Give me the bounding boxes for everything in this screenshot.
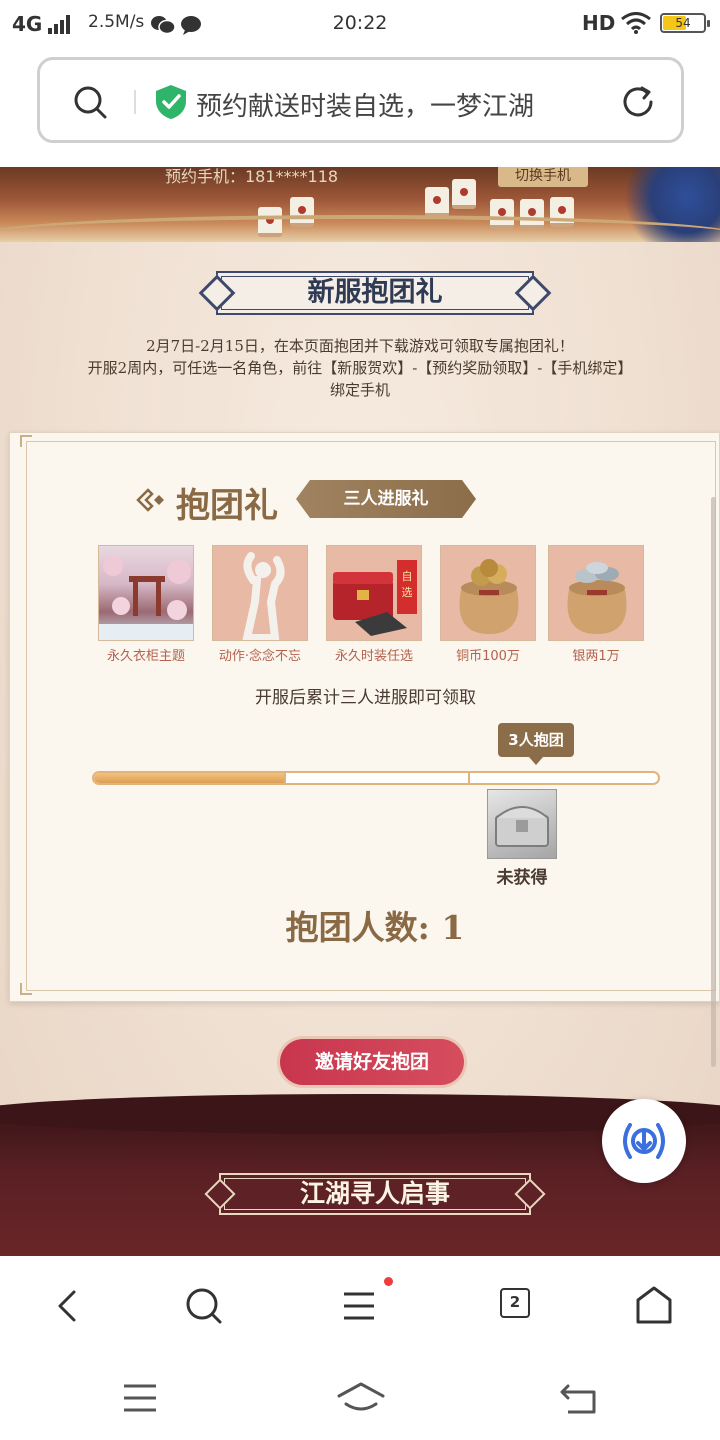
three-player-tag: 三人进服礼	[296, 480, 476, 518]
mahjong-tile-icon	[452, 179, 476, 209]
fashion-chest-icon: 自选	[326, 545, 422, 641]
reward-item[interactable]: 永久衣柜主题	[98, 545, 194, 664]
download-button[interactable]	[602, 1099, 686, 1183]
address-bar[interactable]: 预约献送时装自选，一梦江湖	[37, 57, 684, 143]
back-arrow-icon	[58, 1290, 76, 1322]
reward-label: 铜币100万	[456, 649, 520, 664]
invite-friends-button[interactable]: 邀请好友抱团	[280, 1039, 464, 1085]
wardrobe-theme-icon	[98, 545, 194, 641]
security-shield-icon	[154, 84, 188, 124]
group-progress-bar	[92, 771, 660, 785]
reward-item[interactable]: 银两1万	[548, 545, 644, 664]
reward-label: 永久衣柜主题	[106, 649, 185, 664]
menu-icon	[344, 1292, 374, 1320]
download-icon	[623, 1123, 665, 1159]
tabs-button[interactable]: 2	[496, 1284, 540, 1328]
home-button[interactable]	[632, 1284, 676, 1328]
next-section-title: 江湖寻人启事	[299, 1179, 450, 1208]
banner-border	[0, 215, 720, 255]
next-section-title-plate: 江湖寻人启事	[204, 1173, 546, 1215]
action-pose-icon	[212, 545, 308, 641]
reload-icon[interactable]	[620, 84, 656, 124]
search-icon	[186, 1288, 222, 1324]
page-url-title[interactable]: 预约献送时装自选，一梦江湖	[196, 86, 606, 120]
back-button[interactable]	[46, 1284, 90, 1328]
event-description: 2月7日-2月15日，在本页面抱团并下载游戏可领取专属抱团礼！ 开服2周内，可任…	[0, 335, 720, 401]
silver-bag-icon	[548, 545, 644, 641]
reward-label: 银两1万	[572, 649, 620, 664]
milestone-bubble: 3人抱团	[498, 723, 574, 765]
reward-label: 永久时装任选	[334, 649, 413, 664]
system-navigation-bar	[0, 1356, 720, 1440]
group-count: 抱团人数: 1	[285, 908, 465, 947]
reward-list: 永久衣柜主题 动作·念念不忘 自选 永久时装任选 铜币100万 银两1万	[98, 545, 658, 665]
claim-condition: 开服后累计三人进服即可领取	[255, 688, 476, 708]
system-home-icon	[337, 1382, 385, 1411]
tag-label: 三人进服礼	[343, 489, 429, 509]
status-bar: 4G 2.5M/s 20:22 HD 54	[0, 0, 720, 48]
system-back-button[interactable]	[556, 1378, 600, 1418]
reserved-phone-label: 预约手机：181****118	[165, 167, 339, 186]
section-title: 新服抱团礼	[307, 277, 443, 308]
reward-label: 动作·念念不忘	[218, 649, 302, 664]
page-scrollbar[interactable]	[711, 497, 716, 1067]
description-line: 绑定手机	[329, 381, 390, 399]
battery-icon: 54	[660, 13, 710, 33]
recent-apps-button[interactable]	[118, 1378, 162, 1418]
search-icon[interactable]	[72, 84, 108, 124]
menu-button[interactable]	[338, 1284, 382, 1328]
reward-item[interactable]: 铜币100万	[440, 545, 536, 664]
description-line: 开服2周内，可任选一名角色，前往【新服贺欢】-【预约奖励领取】-【手机绑定】	[87, 359, 633, 377]
svg-text:自: 自	[402, 570, 413, 583]
gift-title: 抱团礼	[176, 486, 278, 526]
battery-level: 54	[675, 16, 691, 30]
copper-coin-bag-icon	[440, 545, 536, 641]
mahjong-tile-icon	[425, 187, 449, 217]
browser-toolbar: 2	[0, 1256, 720, 1356]
system-back-icon	[560, 1384, 596, 1414]
wifi-icon	[620, 12, 652, 38]
search-button[interactable]	[182, 1284, 226, 1328]
reward-chest-icon[interactable]	[487, 789, 557, 859]
svg-text:选: 选	[402, 586, 413, 599]
tabs-count: 2	[500, 1288, 530, 1318]
description-line: 2月7日-2月15日，在本页面抱团并下载游戏可领取专属抱团礼！	[146, 337, 574, 355]
address-divider	[134, 90, 136, 114]
section-title-plate: 新服抱团礼	[198, 271, 552, 315]
hd-indicator: HD	[582, 11, 616, 35]
chest-status: 未获得	[496, 868, 548, 888]
ornament-icon	[134, 485, 170, 519]
recents-icon	[124, 1384, 156, 1412]
system-home-button[interactable]	[336, 1378, 386, 1418]
reward-item[interactable]: 动作·念念不忘	[212, 545, 308, 664]
notification-dot	[384, 1277, 393, 1286]
web-content[interactable]: 预约手机：181****118 切换手机 新服抱团礼 2月7日-2月15日，在本…	[0, 167, 720, 1256]
reward-item[interactable]: 自选 永久时装任选	[326, 545, 422, 664]
group-gift-card: 抱团礼 三人进服礼 永久衣柜主题 动作·念念不忘 自选 永久时装任选 铜币100…	[9, 432, 720, 1002]
home-icon	[636, 1286, 672, 1324]
switch-phone-button[interactable]: 切换手机	[498, 167, 588, 187]
progress-fill	[94, 773, 286, 783]
